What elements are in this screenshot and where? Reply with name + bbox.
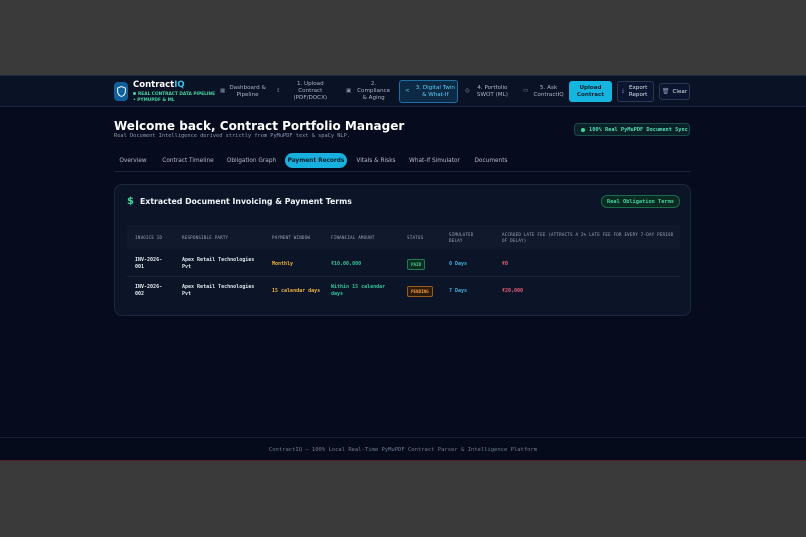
column-header: FINANCIAL AMOUNT <box>331 234 375 240</box>
shield-logo-icon <box>116 86 126 97</box>
shield-icon: ▣ <box>346 88 352 94</box>
invoice-id: INV-2026-002 <box>135 284 163 297</box>
status-badge: PENDING <box>407 285 433 297</box>
top-header: ContractIQ REAL CONTRACT DATA PIPELINE •… <box>0 76 806 107</box>
page-title: Welcome back, Contract Portfolio Manager <box>114 119 405 133</box>
column-header: SIMULATED DELAY <box>449 231 474 243</box>
upload-icon: ⇪ <box>276 88 281 94</box>
status-dot-icon <box>133 92 136 95</box>
nav-portfolio-swot[interactable]: ◎ 4. Portfolio SWOT (ML) <box>465 80 511 103</box>
download-icon: ⤓ <box>621 88 625 94</box>
sync-status-badge: 100% Real PyMuPDF Document Sync <box>574 123 690 136</box>
brand-name: ContractIQ <box>133 80 185 90</box>
brand-subtitle: REAL CONTRACT DATA PIPELINE • PYMUPDF & … <box>133 92 218 104</box>
column-header: RESPONSIBLE PARTY <box>182 234 229 240</box>
status-cell: PAID <box>407 251 426 277</box>
app-window: ContractIQ REAL CONTRACT DATA PIPELINE •… <box>0 75 806 461</box>
nav-compliance-label: 2. Compliance & Aging <box>357 81 391 101</box>
upload-contract-button[interactable]: Upload Contract <box>569 81 612 102</box>
nav-portfolio-swot-label: 4. Portfolio SWOT (ML) <box>476 84 508 98</box>
sync-status-badge-label: 100% Real PyMuPDF Document Sync <box>589 126 688 133</box>
nav-ask-contractiq[interactable]: ▭ 5. Ask ContractIQ <box>523 80 565 103</box>
footer: ContractIQ — 100% Local Real-Time PyMuPD… <box>0 437 806 460</box>
nav-upload-contract-label: 1. Upload Contract (PDF/DOCX) <box>293 81 328 101</box>
dollar-icon: $ <box>127 196 134 207</box>
column-header: PAYMENT WINDOW <box>272 234 311 240</box>
tab-contract-timeline[interactable]: Contract Timeline <box>159 153 217 168</box>
tab-documents[interactable]: Documents <box>470 153 512 168</box>
nav-digital-twin[interactable]: < 3. Digital Twin & What-If <box>399 80 458 103</box>
tab-obligation-graph[interactable]: Obligation Graph <box>224 153 279 168</box>
export-report-button-label: Export Report <box>628 84 648 98</box>
clear-button[interactable]: 🗑 Clear <box>659 83 690 100</box>
invoice-id: INV-2026-001 <box>135 257 163 270</box>
status-badge: PAID <box>407 258 426 270</box>
upload-contract-button-label: Upload Contract <box>576 84 605 98</box>
tab-vitals-risks[interactable]: Vitals & Risks <box>353 153 399 168</box>
nav-dashboard[interactable]: ▦ Dashboard & Pipeline <box>220 80 266 103</box>
payment-window: 15 calendar days <box>272 287 321 294</box>
financial-amount: Within 15 calendar days <box>331 284 386 297</box>
table-row: INV-2026-001 Apex Retail Technologies Pv… <box>127 251 680 277</box>
responsible-party: Apex Retail Technologies Pvt <box>182 257 255 270</box>
logo <box>114 82 128 101</box>
accrued-late-fee: ₹0 <box>502 260 509 267</box>
grid-icon: ▦ <box>220 88 226 94</box>
target-icon: ◎ <box>465 88 470 94</box>
brand-name-prefix: Contract <box>133 80 175 90</box>
share-icon: < <box>405 88 410 94</box>
sync-dot-icon <box>581 127 585 132</box>
brand-name-suffix: IQ <box>174 80 185 90</box>
nav-upload-contract[interactable]: ⇪ 1. Upload Contract (PDF/DOCX) <box>276 80 336 103</box>
nav-ask-contractiq-label: 5. Ask ContractIQ <box>533 84 564 98</box>
tab-overview[interactable]: Overview <box>114 153 152 168</box>
payment-window: Monthly <box>272 260 294 267</box>
export-report-button[interactable]: ⤓ Export Report <box>617 81 654 102</box>
brand-subtitle-text: REAL CONTRACT DATA PIPELINE • PYMUPDF & … <box>133 92 216 103</box>
simulated-delay: 7 Days <box>449 287 468 294</box>
column-header: STATUS <box>407 234 424 240</box>
tab-bar: Overview Contract Timeline Obligation Gr… <box>114 153 691 172</box>
clear-button-label: Clear <box>672 88 688 95</box>
column-header: INVOICE ID <box>135 234 163 240</box>
obligation-terms-badge: Real Obligation Terms <box>601 195 680 208</box>
table-header: INVOICE ID RESPONSIBLE PARTY PAYMENT WIN… <box>127 225 680 250</box>
trash-icon: 🗑 <box>661 88 670 95</box>
nav-dashboard-label: Dashboard & Pipeline <box>229 84 266 98</box>
accrued-late-fee: ₹20,000 <box>502 287 524 294</box>
tab-payment-records[interactable]: Payment Records <box>285 153 347 168</box>
simulated-delay: 0 Days <box>449 260 468 267</box>
nav-compliance[interactable]: ▣ 2. Compliance & Aging <box>346 80 392 103</box>
page-subtitle: Real Document Intelligence derived stric… <box>114 133 350 139</box>
responsible-party: Apex Retail Technologies Pvt <box>182 284 255 297</box>
tab-what-if-simulator[interactable]: What-If Simulator <box>406 153 463 168</box>
chat-icon: ▭ <box>523 88 529 94</box>
column-header: ACCRUED LATE FEE (ATTRACTS A 2% LATE FEE… <box>502 231 674 243</box>
card-title-text: Extracted Document Invoicing & Payment T… <box>139 197 352 206</box>
status-cell: PENDING <box>407 278 433 304</box>
table-row: INV-2026-002 Apex Retail Technologies Pv… <box>127 278 680 304</box>
payment-terms-card: $ Extracted Document Invoicing & Payment … <box>114 184 691 316</box>
financial-amount: ₹10,00,000 <box>331 260 362 267</box>
nav-digital-twin-label: 3. Digital Twin & What-If <box>415 84 455 98</box>
card-title: $ Extracted Document Invoicing & Payment … <box>127 196 352 207</box>
